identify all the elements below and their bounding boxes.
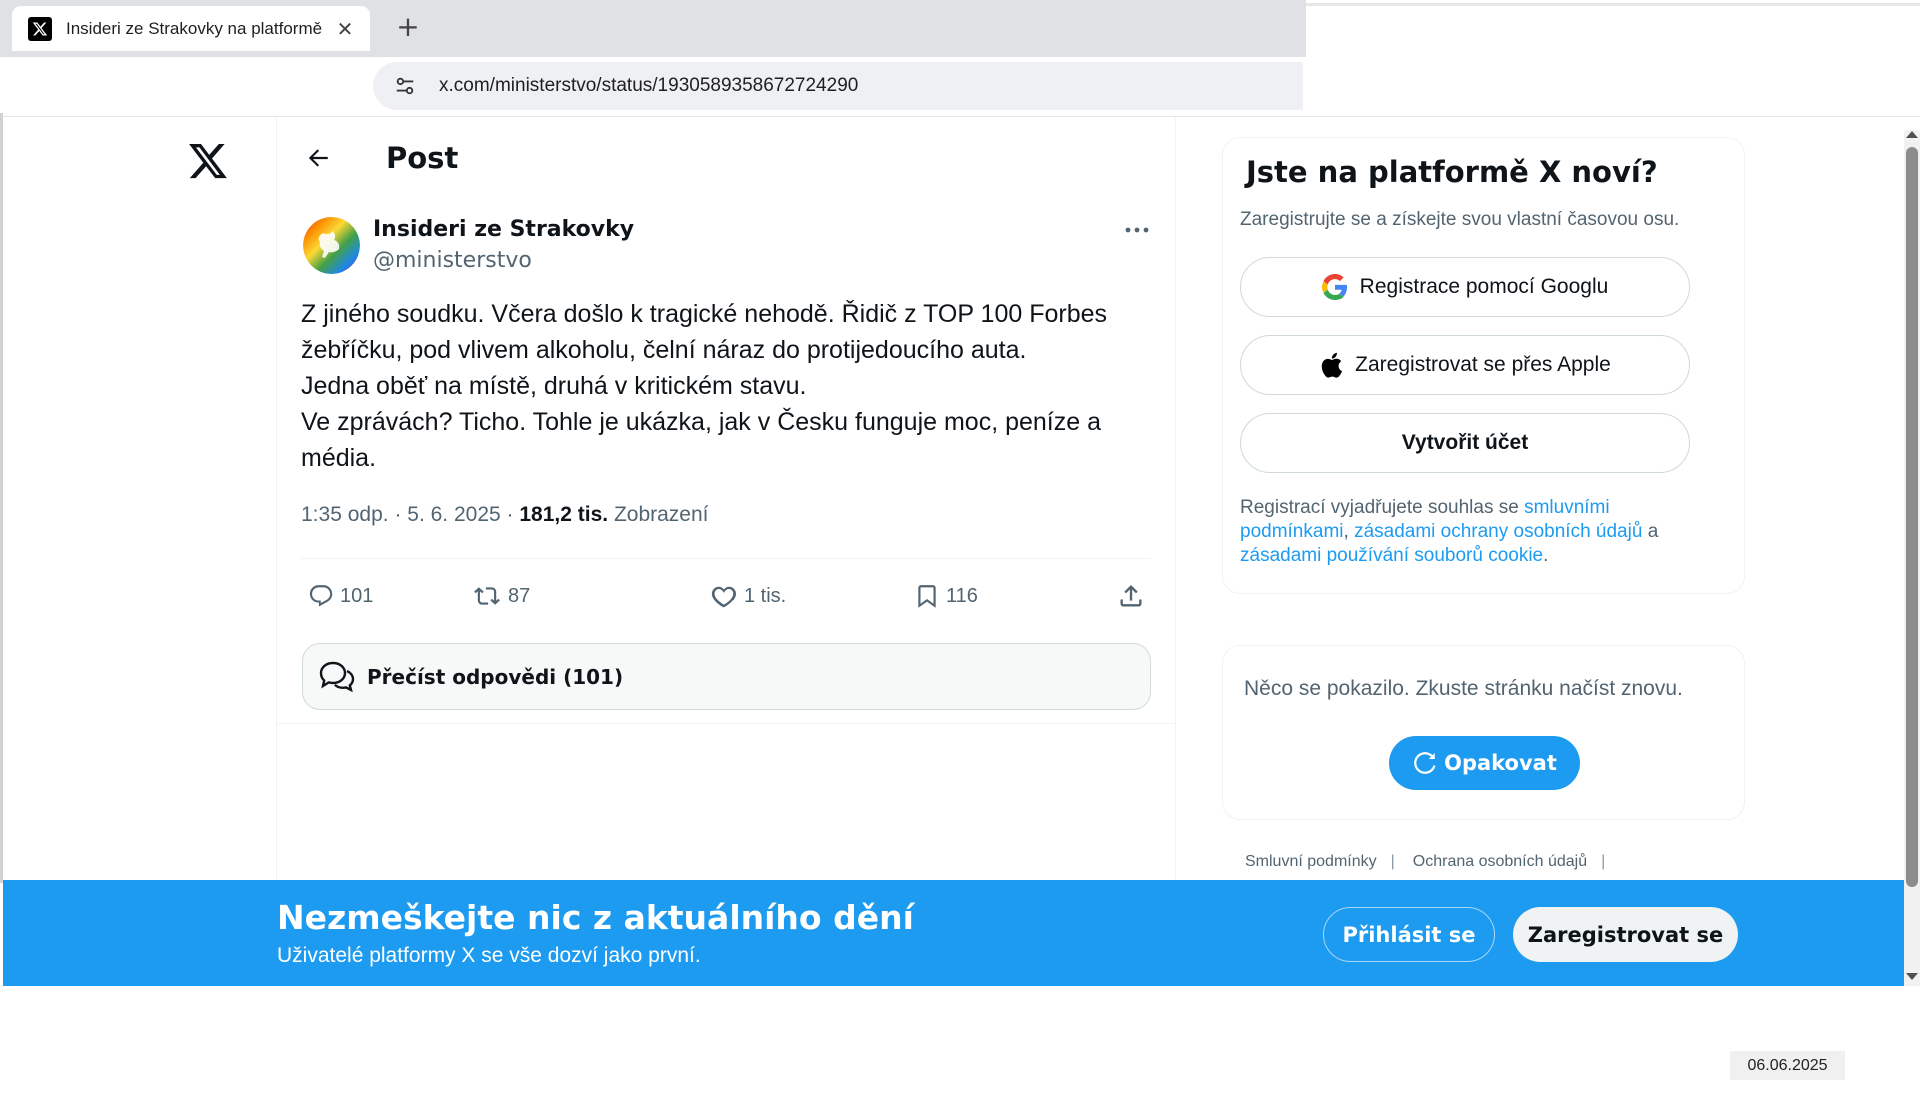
date-stamp: 06.06.2025 xyxy=(1730,1051,1845,1080)
tab-title: Insideri ze Strakovky na platformě X xyxy=(66,18,326,38)
read-replies-button[interactable]: Přečíst odpovědi (101) xyxy=(302,643,1151,710)
author-name[interactable]: Insideri ze Strakovky xyxy=(373,217,634,242)
google-icon xyxy=(1321,274,1348,300)
terms-and: a xyxy=(1642,521,1659,542)
repost-icon xyxy=(474,587,500,605)
login-button[interactable]: Přihlásit se xyxy=(1323,907,1495,962)
post-date[interactable]: 5. 6. 2025 xyxy=(407,503,500,526)
refresh-icon xyxy=(1414,752,1436,774)
scroll-down-arrow-icon[interactable] xyxy=(1906,973,1918,980)
footer-separator: | xyxy=(1601,853,1606,870)
bookmark-button[interactable]: 116 xyxy=(914,575,978,617)
page-title: Post xyxy=(386,141,459,175)
reply-count: 101 xyxy=(340,584,374,607)
url-text[interactable]: x.com/ministerstvo/status/19305893586727… xyxy=(439,75,858,97)
plus-icon[interactable]: + xyxy=(393,12,423,42)
banner-title: Nezmeškejte nic z aktuálního dění xyxy=(277,898,914,937)
repost-button[interactable]: 87 xyxy=(472,575,530,617)
apple-signup-button[interactable]: Zaregistrovat se přes Apple xyxy=(1240,335,1690,395)
author-handle[interactable]: @ministerstvo xyxy=(373,248,532,273)
error-card xyxy=(1222,645,1745,820)
like-button[interactable]: 1 tis. xyxy=(710,575,786,617)
window-edge xyxy=(1306,3,1920,6)
cookie-policy-link[interactable]: zásadami používání souborů cookie xyxy=(1240,545,1543,566)
error-message: Něco se pokazilo. Zkuste stránku načíst … xyxy=(1244,677,1683,700)
meta-dot: · xyxy=(394,503,408,526)
column-divider-right xyxy=(1175,117,1176,881)
bookmark-icon xyxy=(918,585,936,608)
meta-dot: · xyxy=(506,503,520,526)
retry-button[interactable]: Opakovat xyxy=(1389,736,1580,790)
create-account-label: Vytvořit účet xyxy=(1401,431,1529,454)
reply-icon xyxy=(309,585,333,607)
post-time[interactable]: 1:35 odp. xyxy=(301,503,389,526)
like-count: 1 tis. xyxy=(744,584,787,607)
scroll-up-arrow-icon[interactable] xyxy=(1906,131,1918,138)
read-replies-label: Přečíst odpovědi (101) xyxy=(367,664,624,689)
address-bar[interactable]: x.com/ministerstvo/status/19305893586727… xyxy=(373,62,1303,110)
terms-prefix: Registrací vyjadřujete souhlas se xyxy=(1240,497,1525,518)
terms-text: Registrací vyjadřujete souhlas se smluvn… xyxy=(1240,496,1720,568)
privacy-link[interactable]: zásadami ochrany osobních údajů xyxy=(1354,521,1642,542)
signup-title: Jste na platformě X noví? xyxy=(1246,155,1658,189)
views-count: 181,2 tis. xyxy=(519,503,609,526)
retry-label: Opakovat xyxy=(1444,751,1557,775)
views-label: Zobrazení xyxy=(613,503,709,526)
speech-bubbles-icon xyxy=(319,661,355,692)
heart-icon xyxy=(711,586,737,608)
apple-icon xyxy=(1319,351,1343,379)
repost-count: 87 xyxy=(508,584,531,607)
apple-signup-label: Zaregistrovat se přes Apple xyxy=(1355,353,1611,376)
chrome-divider xyxy=(0,116,1920,117)
scrollbar-thumb[interactable] xyxy=(1906,147,1918,887)
window-left-edge xyxy=(0,113,3,883)
browser-tab[interactable]: Insideri ze Strakovky na platformě X ✕ xyxy=(12,6,370,51)
site-settings-icon[interactable] xyxy=(385,66,425,106)
banner-subtitle: Uživatelé platformy X se vše dozví jako … xyxy=(277,944,701,967)
column-divider-left xyxy=(276,117,277,881)
footer-terms-link[interactable]: Smluvní podmínky xyxy=(1245,853,1377,871)
share-button[interactable] xyxy=(1117,575,1151,617)
more-options-icon[interactable] xyxy=(1120,218,1154,242)
footer-privacy-link[interactable]: Ochrana osobních údajů xyxy=(1413,853,1587,871)
x-favicon-icon xyxy=(28,16,52,41)
bookmark-count: 116 xyxy=(946,584,978,607)
google-signup-label: Registrace pomocí Googlu xyxy=(1359,275,1609,298)
post-meta: 1:35 odp. · 5. 6. 2025 · 181,2 tis. Zobr… xyxy=(301,503,709,527)
terms-end: . xyxy=(1543,545,1549,566)
signup-subtitle: Zaregistrujte se a získejte svou vlastní… xyxy=(1240,209,1680,230)
post-actions: 101 87 1 tis. 116 xyxy=(301,575,1156,617)
create-account-button[interactable]: Vytvořit účet xyxy=(1240,413,1690,473)
divider xyxy=(301,558,1151,559)
post-text: Z jiného soudku. Včera došlo k tragické … xyxy=(301,300,1108,472)
register-button[interactable]: Zaregistrovat se xyxy=(1513,907,1738,962)
back-arrow-icon[interactable] xyxy=(300,140,336,176)
share-icon xyxy=(1120,585,1142,607)
footer-separator: | xyxy=(1390,853,1395,870)
x-logo-icon[interactable] xyxy=(186,140,236,186)
google-signup-button[interactable]: Registrace pomocí Googlu xyxy=(1240,257,1690,317)
footer-links: Smluvní podmínky | Ochrana osobních údaj… xyxy=(1245,853,1623,871)
close-tab-icon[interactable]: ✕ xyxy=(334,17,356,41)
divider xyxy=(277,723,1175,724)
reply-button[interactable]: 101 xyxy=(308,575,373,617)
terms-comma: , xyxy=(1343,521,1355,542)
avatar[interactable] xyxy=(303,217,360,274)
